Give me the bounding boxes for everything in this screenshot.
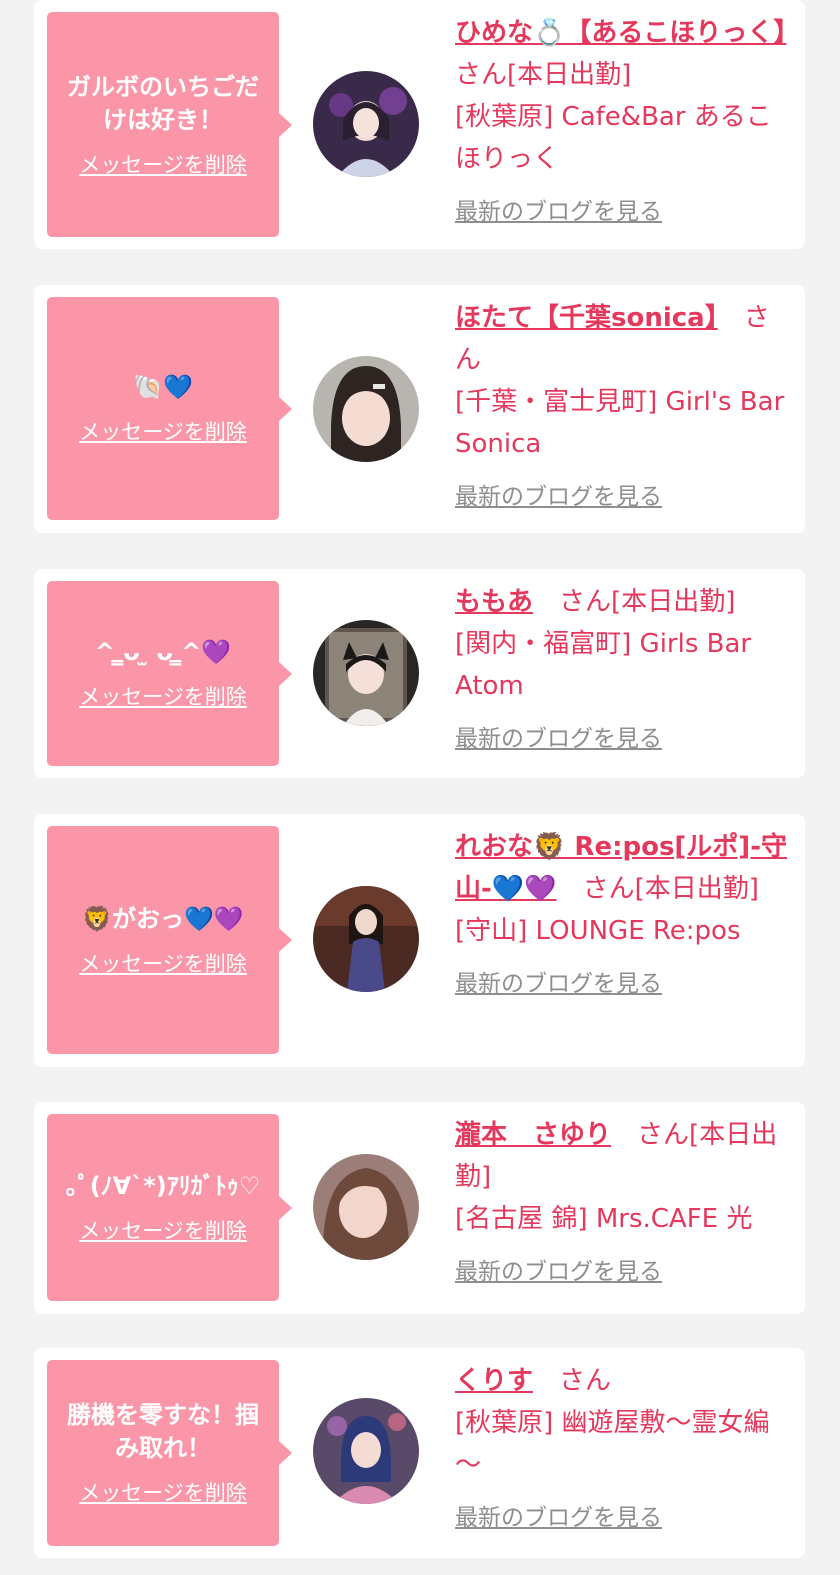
avatar[interactable] (313, 71, 419, 177)
delete-message-link[interactable]: メッセージを削除 (79, 149, 247, 179)
message-bubble: ガルボのいちごだけは好き！ メッセージを削除 (47, 12, 292, 237)
cast-info: れおな🦁 Re:pos[ルポ]-守山-💙💜 さん[本日出勤] [守山] LOUN… (455, 826, 791, 998)
cast-info: ほたて【千葉sonica】 さん [千葉・富士見町] Girl's Bar So… (455, 297, 791, 511)
message-text: 🐚💙 (133, 373, 193, 401)
favorite-card: 🦁がおっ💙💜 メッセージを削除 れおな🦁 Re:pos[ルポ]-守山-💙💜 さん… (34, 814, 805, 1067)
delete-message-link[interactable]: メッセージを削除 (79, 1215, 247, 1245)
shop-name: [千葉・富士見町] Girl's Bar Sonica (455, 387, 785, 459)
message-text: ^ ̳ᴗ ̫ ᴗ ̳^💜 (94, 638, 232, 666)
message-bubble: ^ ̳ᴗ ̫ ᴗ ̳^💜 メッセージを削除 (47, 581, 292, 766)
favorite-card: 🐚💙 メッセージを削除 ほたて【千葉sonica】 さん [千葉・富士見町] G… (34, 285, 805, 533)
cast-name-link[interactable]: ひめな💍【あるこほりっく】 (455, 18, 786, 48)
cast-info: ひめな💍【あるこほりっく】 さん[本日出勤] [秋葉原] Cafe&Bar ある… (455, 12, 791, 226)
message-text: 🦁がおっ💙💜 (82, 904, 244, 933)
delete-message-link[interactable]: メッセージを削除 (79, 416, 247, 446)
latest-blog-link[interactable]: 最新のブログを見る (455, 1252, 662, 1286)
avatar[interactable] (313, 1154, 419, 1260)
message-text: ガルボのいちごだけは好き！ (67, 72, 259, 134)
message-bubble: 勝機を零すな！掴み取れ！ メッセージを削除 (47, 1360, 292, 1546)
shop-name: [名古屋 錦] Mrs.CAFE 光 (455, 1204, 753, 1234)
delete-message-link[interactable]: メッセージを削除 (79, 1477, 247, 1507)
cast-info: くりす さん [秋葉原] 幽遊屋敷～霊女編～ 最新のブログを見る (455, 1360, 791, 1532)
favorite-card: ｡ﾟ(ﾉ∀`*)ｱﾘｶﾞﾄｩ♡ メッセージを削除 瀧本 さゆり さん[本日出勤]… (34, 1102, 805, 1314)
cast-name-link[interactable]: ももあ (455, 587, 533, 617)
favorite-card: 勝機を零すな！掴み取れ！ メッセージを削除 くりす さん [秋葉原] 幽遊屋敷～… (34, 1348, 805, 1558)
message-text: ｡ﾟ(ﾉ∀`*)ｱﾘｶﾞﾄｩ♡ (65, 1172, 261, 1200)
shop-name: [秋葉原] 幽遊屋敷～霊女編～ (455, 1408, 770, 1480)
work-status: [本日出勤] (611, 587, 736, 617)
message-bubble: ｡ﾟ(ﾉ∀`*)ｱﾘｶﾞﾄｩ♡ メッセージを削除 (47, 1114, 292, 1301)
favorite-card: ガルボのいちごだけは好き！ メッセージを削除 ひめな💍【あるこほりっく】 さん[… (34, 0, 805, 249)
cast-name-line: 瀧本 さゆり さん[本日出勤] (455, 1114, 791, 1198)
cast-name-link[interactable]: くりす (455, 1366, 533, 1396)
honorific: さん (559, 1366, 612, 1396)
cast-name-line: くりす さん (455, 1360, 791, 1402)
cast-name-line: ほたて【千葉sonica】 さん (455, 297, 791, 381)
cast-name-line: ももあ さん[本日出勤] (455, 581, 791, 623)
latest-blog-link[interactable]: 最新のブログを見る (455, 477, 662, 511)
cast-info: 瀧本 さゆり さん[本日出勤] [名古屋 錦] Mrs.CAFE 光 最新のブロ… (455, 1114, 791, 1286)
work-status: [本日出勤] (634, 874, 759, 904)
delete-message-link[interactable]: メッセージを削除 (79, 681, 247, 711)
honorific: さん (559, 587, 612, 617)
cast-name-line: れおな🦁 Re:pos[ルポ]-守山-💙💜 さん[本日出勤] (455, 826, 791, 910)
latest-blog-link[interactable]: 最新のブログを見る (455, 192, 662, 226)
avatar[interactable] (313, 886, 419, 992)
honorific: さん (455, 60, 508, 90)
message-bubble: 🐚💙 メッセージを削除 (47, 297, 292, 520)
shop-name: [守山] LOUNGE Re:pos (455, 916, 741, 946)
favorite-card: ^ ̳ᴗ ̫ ᴗ ̳^💜 メッセージを削除 ももあ さん[本日出勤] [関内・福… (34, 569, 805, 778)
latest-blog-link[interactable]: 最新のブログを見る (455, 1498, 662, 1532)
latest-blog-link[interactable]: 最新のブログを見る (455, 964, 662, 998)
message-bubble: 🦁がおっ💙💜 メッセージを削除 (47, 826, 292, 1054)
work-status: [本日出勤] (507, 60, 632, 90)
cast-info: ももあ さん[本日出勤] [関内・福富町] Girls Bar Atom 最新の… (455, 581, 791, 753)
shop-name: [秋葉原] Cafe&Bar あるこほりっく (455, 102, 772, 174)
delete-message-link[interactable]: メッセージを削除 (79, 948, 247, 978)
latest-blog-link[interactable]: 最新のブログを見る (455, 719, 662, 753)
avatar[interactable] (313, 620, 419, 726)
avatar[interactable] (313, 1398, 419, 1504)
shop-name: [関内・福富町] Girls Bar Atom (455, 629, 752, 701)
message-text: 勝機を零すな！掴み取れ！ (67, 1401, 259, 1462)
honorific: さん (637, 1120, 690, 1150)
cast-name-line: ひめな💍【あるこほりっく】 さん[本日出勤] (455, 12, 791, 96)
honorific: さん (582, 874, 635, 904)
cast-name-link[interactable]: ほたて【千葉sonica】 (455, 303, 718, 333)
avatar[interactable] (313, 356, 419, 462)
cast-name-link[interactable]: 瀧本 さゆり (455, 1120, 611, 1150)
